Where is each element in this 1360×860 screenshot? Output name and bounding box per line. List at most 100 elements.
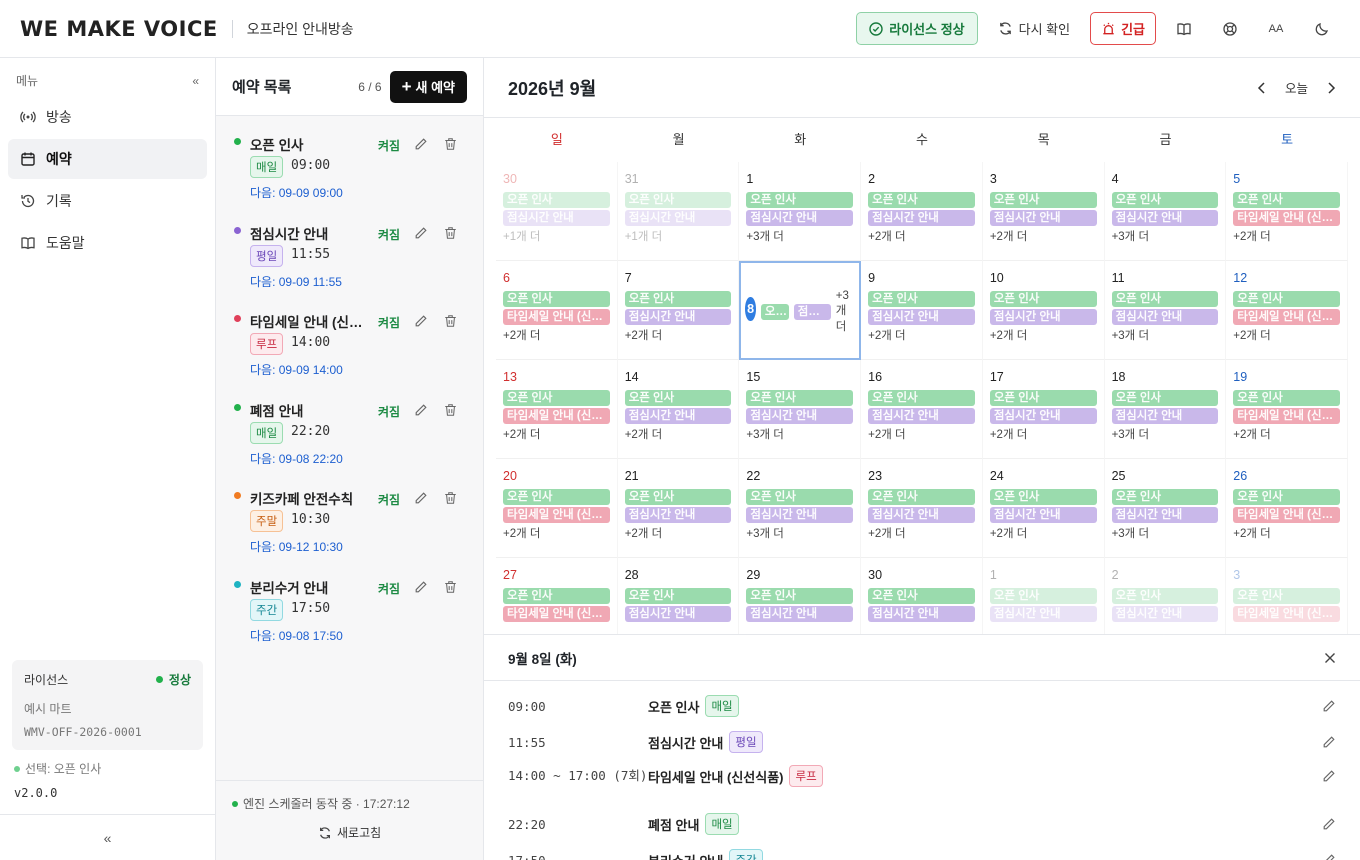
calendar-day[interactable]: 14 오픈 인사 점심시간 안내 +2개 더: [617, 360, 740, 459]
calendar-event[interactable]: 오픈 인사: [503, 390, 610, 406]
more-events-link[interactable]: +2개 더: [503, 426, 610, 442]
calendar-event[interactable]: 오픈 인사: [868, 192, 975, 208]
more-events-link[interactable]: +2개 더: [625, 426, 732, 442]
schedule-item[interactable]: 타임세일 안내 (신선식품) 루프 14:00 다음: 09-09 14:00 켜짐: [216, 311, 483, 399]
edit-pencil-icon[interactable]: [414, 580, 428, 594]
calendar-event[interactable]: 점심시간 안내: [746, 507, 854, 523]
calendar-event[interactable]: 점심시간 안내: [868, 309, 975, 325]
more-events-link[interactable]: +2개 더: [868, 525, 975, 541]
sidebar-item-broadcast[interactable]: 방송: [8, 97, 207, 137]
recheck-button[interactable]: 다시 확인: [988, 12, 1080, 45]
delete-trash-icon[interactable]: [444, 314, 457, 328]
delete-trash-icon[interactable]: [444, 137, 457, 151]
enabled-toggle[interactable]: 켜짐: [378, 403, 400, 420]
calendar-event[interactable]: 오픈 인사: [1233, 291, 1340, 307]
more-events-link[interactable]: +2개 더: [990, 228, 1097, 244]
more-events-link[interactable]: +3개 더: [746, 426, 853, 442]
calendar-event[interactable]: 점심시간 안내: [1111, 408, 1219, 424]
more-events-link[interactable]: +2개 더: [1233, 228, 1340, 244]
calendar-event[interactable]: 점심시간 안내: [746, 606, 854, 622]
detail-row[interactable]: 17:50 분리수거 안내 주간: [508, 849, 1336, 860]
calendar-event[interactable]: 오픈 인사: [989, 390, 1097, 406]
more-events-link[interactable]: +2개 더: [868, 426, 975, 442]
calendar-event[interactable]: 점심시간 안내: [1111, 210, 1219, 226]
calendar-event[interactable]: 오픈 인사: [624, 390, 732, 406]
support-lifebuoy-icon[interactable]: [1212, 12, 1248, 45]
more-events-link[interactable]: +2개 더: [503, 525, 610, 541]
calendar-event[interactable]: 점심시간 안내: [1111, 507, 1219, 523]
calendar-day[interactable]: 4 오픈 인사 점심시간 안내 +3개 더: [1104, 162, 1227, 261]
calendar-day[interactable]: 7 오픈 인사 점심시간 안내 +2개 더: [617, 261, 740, 360]
calendar-event[interactable]: 타임세일 안내 (신선식품): [1233, 507, 1340, 523]
calendar-event[interactable]: 타임세일 안내 (신선식품): [503, 309, 610, 325]
calendar-day[interactable]: 13 오픈 인사타임세일 안내 (신선식품) +2개 더: [496, 360, 618, 459]
calendar-event[interactable]: 점심시간 안내: [746, 210, 854, 226]
calendar-day[interactable]: 28 오픈 인사 점심시간 안내: [618, 558, 740, 634]
calendar-event[interactable]: 오픈 인사: [868, 588, 975, 604]
more-events-link[interactable]: +2개 더: [868, 327, 975, 343]
calendar-event[interactable]: 점심시간 안내: [989, 606, 1097, 622]
delete-trash-icon[interactable]: [444, 580, 457, 594]
more-events-link[interactable]: +2개 더: [990, 327, 1097, 343]
calendar-day[interactable]: 29 오픈 인사 점심시간 안내: [739, 558, 862, 634]
calendar-day[interactable]: 30 오픈 인사 점심시간 안내: [861, 558, 983, 634]
calendar-event[interactable]: 타임세일 안내 (신선식품): [1233, 408, 1340, 424]
sidebar-item-history[interactable]: 기록: [8, 181, 207, 221]
calendar-event[interactable]: 점심시간 안내: [1111, 309, 1219, 325]
edit-pencil-icon[interactable]: [1322, 699, 1336, 713]
calendar-day[interactable]: 17 오픈 인사 점심시간 안내 +2개 더: [982, 360, 1105, 459]
more-events-link[interactable]: +3개 더: [836, 290, 852, 334]
calendar-event[interactable]: 점심시간 안내: [624, 507, 732, 523]
calendar-event[interactable]: 점심시간 안내: [1111, 606, 1219, 622]
calendar-day[interactable]: 23 오픈 인사 점심시간 안내 +2개 더: [861, 459, 983, 558]
calendar-event[interactable]: 점심시간 안내: [624, 309, 732, 325]
calendar-event[interactable]: 점심시간 안내: [989, 408, 1097, 424]
detail-row[interactable]: 22:20 폐점 안내 매일: [508, 813, 1336, 835]
calendar-day[interactable]: 2 오픈 인사 점심시간 안내: [1105, 558, 1227, 634]
calendar-event[interactable]: 오픈 인사: [1111, 489, 1219, 505]
more-events-link[interactable]: +3개 더: [1112, 525, 1219, 541]
calendar-event[interactable]: 오픈 인사: [624, 192, 732, 208]
calendar-event[interactable]: 오픈 인사: [1111, 390, 1219, 406]
calendar-event[interactable]: 점심시간 안내: [624, 606, 732, 622]
calendar-day[interactable]: 3 오픈 인사 점심시간 안내 +2개 더: [982, 162, 1105, 261]
sidebar-item-help[interactable]: 도움말: [8, 223, 207, 263]
sidebar-item-schedule[interactable]: 예약: [8, 139, 207, 179]
calendar-event[interactable]: 오픈 인사: [503, 192, 610, 208]
calendar-event[interactable]: 점심시간 안내: [989, 507, 1097, 523]
calendar-day[interactable]: 16 오픈 인사 점심시간 안내 +2개 더: [861, 360, 983, 459]
calendar-event[interactable]: 오픈 인사: [1233, 390, 1340, 406]
calendar-event[interactable]: 오픈 인사: [868, 390, 975, 406]
collapse-sidebar-button[interactable]: «: [0, 814, 215, 860]
calendar-event[interactable]: 타임세일 안내 (신선식품): [1233, 606, 1340, 622]
calendar-day[interactable]: 24 오픈 인사 점심시간 안내 +2개 더: [982, 459, 1105, 558]
calendar-event[interactable]: 오픈 인사: [624, 291, 732, 307]
calendar-event[interactable]: 오픈 인사: [1233, 192, 1340, 208]
calendar-event[interactable]: 점심시간 안내: [989, 309, 1097, 325]
calendar-event[interactable]: 오픈 인사: [989, 192, 1097, 208]
delete-trash-icon[interactable]: [444, 226, 457, 240]
delete-trash-icon[interactable]: [444, 491, 457, 505]
calendar-event[interactable]: 오픈 인사: [1111, 291, 1219, 307]
calendar-event[interactable]: 오픈 인사: [746, 192, 854, 208]
more-events-link[interactable]: +3개 더: [746, 525, 853, 541]
emergency-button[interactable]: 긴급: [1090, 12, 1156, 45]
enabled-toggle[interactable]: 켜짐: [378, 314, 400, 331]
calendar-event[interactable]: 오픈 인사: [503, 588, 610, 604]
calendar-event[interactable]: 점심시간 안내: [793, 303, 831, 320]
calendar-day[interactable]: 25 오픈 인사 점심시간 안내 +3개 더: [1104, 459, 1227, 558]
calendar-event[interactable]: 타임세일 안내 (신선식품): [1233, 309, 1340, 325]
more-events-link[interactable]: +1개 더: [625, 228, 732, 244]
calendar-event[interactable]: 오픈 인사: [503, 489, 610, 505]
edit-pencil-icon[interactable]: [414, 491, 428, 505]
manual-book-icon[interactable]: [1166, 12, 1202, 45]
schedule-item[interactable]: 오픈 인사 매일 09:00 다음: 09-09 09:00 켜짐: [216, 134, 483, 222]
calendar-event[interactable]: 오픈 인사: [1111, 192, 1219, 208]
calendar-day[interactable]: 27 오픈 인사타임세일 안내 (신선식품): [496, 558, 618, 634]
more-events-link[interactable]: +1개 더: [503, 228, 610, 244]
more-events-link[interactable]: +2개 더: [503, 327, 610, 343]
collapse-sidebar-icon[interactable]: «: [192, 74, 199, 88]
calendar-day[interactable]: 15 오픈 인사 점심시간 안내 +3개 더: [739, 360, 862, 459]
calendar-event[interactable]: 오픈 인사: [1233, 588, 1340, 604]
more-events-link[interactable]: +2개 더: [625, 327, 732, 343]
